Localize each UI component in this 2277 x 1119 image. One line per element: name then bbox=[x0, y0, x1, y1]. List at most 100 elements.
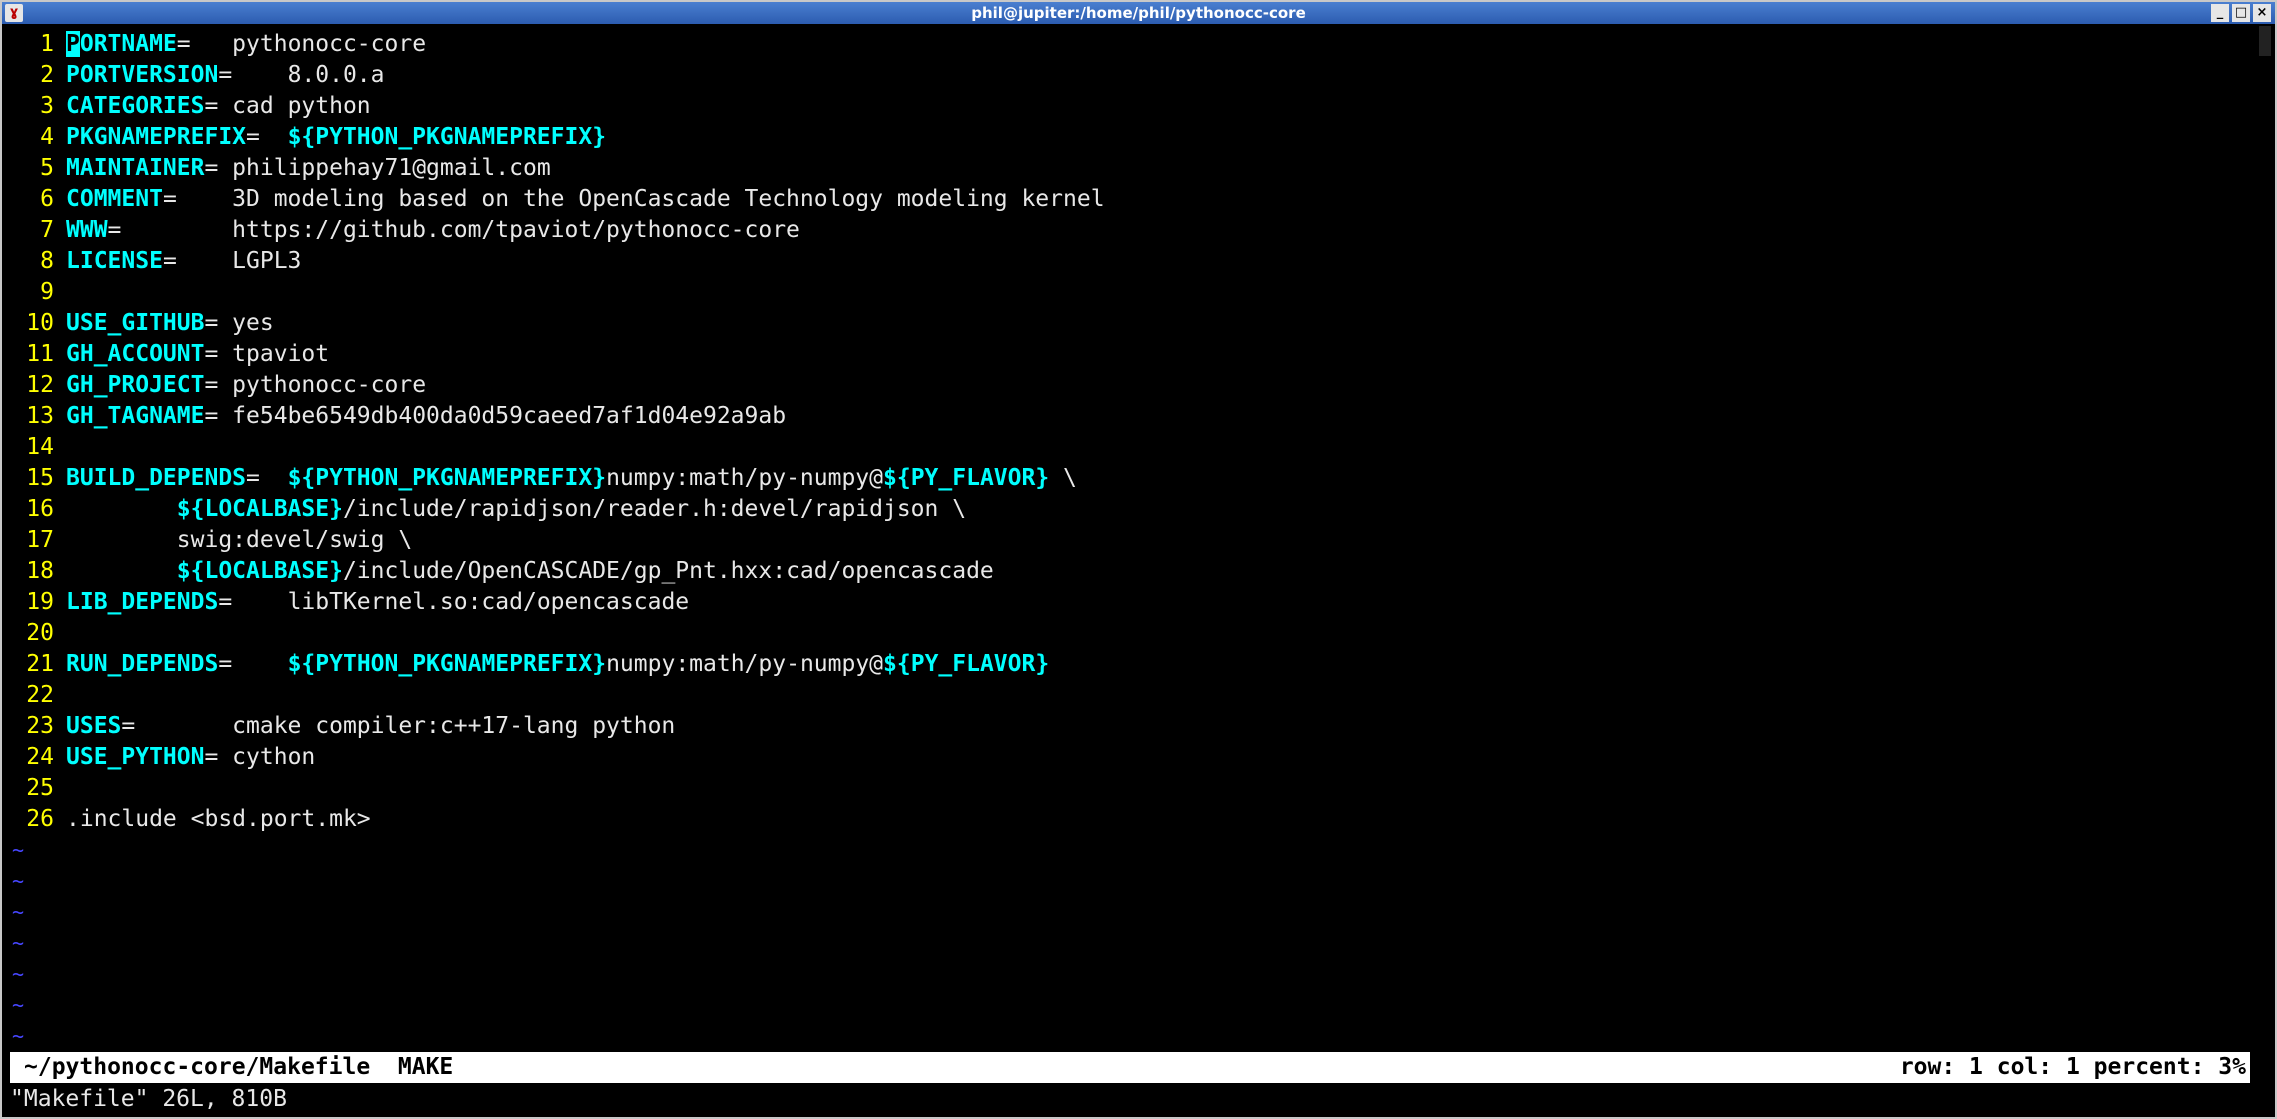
line-number: 14 bbox=[26, 434, 54, 460]
code-text: /include/OpenCASCADE/gp_Pnt.hxx:cad/open… bbox=[342, 558, 994, 584]
line-number: 6 bbox=[40, 186, 54, 212]
variable-name: MAINTAINER bbox=[66, 155, 205, 181]
code-line[interactable]: 15 BUILD_DEPENDS= ${PYTHON_PKGNAMEPREFIX}… bbox=[8, 463, 2252, 494]
line-number: 5 bbox=[40, 155, 54, 181]
code-line[interactable]: 23 USES= cmake compiler:c++17-lang python bbox=[8, 711, 2252, 742]
code-text: = philippehay71@gmail.com bbox=[204, 155, 551, 181]
variable-name: PKGNAMEPREFIX bbox=[66, 124, 247, 150]
variable-ref: ${PY_FLAVOR} bbox=[883, 465, 1050, 491]
code-line[interactable]: 8 LICENSE= LGPL3 bbox=[8, 246, 2252, 277]
line-number: 25 bbox=[26, 775, 54, 801]
line-number: 13 bbox=[26, 403, 54, 429]
code-line[interactable]: 26 .include <bsd.port.mk> bbox=[8, 804, 2252, 835]
editor-buffer[interactable]: 1 PORTNAME= pythonocc-core 2 PORTVERSION= 8… bbox=[8, 29, 2252, 1049]
code-line[interactable]: 4 PKGNAMEPREFIX= ${PYTHON_PKGNAMEPREFIX} bbox=[8, 122, 2252, 153]
scrollbar[interactable] bbox=[2257, 26, 2273, 1051]
empty-line-tilde: ~ bbox=[12, 900, 25, 924]
code-text: = pythonocc-core bbox=[176, 31, 427, 57]
code-text: /include/rapidjson/reader.h:devel/rapidj… bbox=[342, 496, 967, 522]
line-number: 11 bbox=[26, 341, 54, 367]
variable-name: USE_PYTHON bbox=[66, 744, 205, 770]
variable-name: PORTNAME bbox=[66, 31, 177, 57]
code-text: = cmake compiler:c++17-lang python bbox=[121, 713, 676, 739]
variable-ref: ${PYTHON_PKGNAMEPREFIX} bbox=[287, 465, 607, 491]
line-number: 17 bbox=[26, 527, 54, 553]
code-line[interactable]: 25 bbox=[8, 773, 2252, 804]
variable-ref: ${LOCALBASE} bbox=[176, 558, 343, 584]
minimize-icon[interactable]: _ bbox=[2211, 4, 2229, 22]
code-line[interactable]: 20 bbox=[8, 618, 2252, 649]
code-text: swig:devel/swig \ bbox=[66, 527, 413, 553]
code-text: = fe54be6549db400da0d59caeed7af1d04e92a9… bbox=[204, 403, 787, 429]
code-text: \ bbox=[1049, 465, 1077, 491]
line-number: 8 bbox=[40, 248, 54, 274]
code-line[interactable]: 17 swig:devel/swig \ bbox=[8, 525, 2252, 556]
line-number: 20 bbox=[26, 620, 54, 646]
line-number: 24 bbox=[26, 744, 54, 770]
code-text: = bbox=[218, 651, 288, 677]
code-text: = bbox=[246, 465, 288, 491]
maximize-icon[interactable]: □ bbox=[2232, 4, 2250, 22]
command-message: "Makefile" 26L, 810B bbox=[10, 1086, 287, 1112]
code-line[interactable]: 12 GH_PROJECT= pythonocc-core bbox=[8, 370, 2252, 401]
code-line[interactable]: 18 ${LOCALBASE}/include/OpenCASCADE/gp_P… bbox=[8, 556, 2252, 587]
variable-ref: ${PY_FLAVOR} bbox=[883, 651, 1050, 677]
line-number: 23 bbox=[26, 713, 54, 739]
line-number: 15 bbox=[26, 465, 54, 491]
terminal-window: ɣ phil@jupiter:/home/phil/pythonocc-core… bbox=[0, 0, 2277, 1119]
code-line[interactable]: 10 USE_GITHUB= yes bbox=[8, 308, 2252, 339]
code-line[interactable]: 13 GH_TAGNAME= fe54be6549db400da0d59caeed… bbox=[8, 401, 2252, 432]
variable-name: CATEGORIES bbox=[66, 93, 205, 119]
code-text: = pythonocc-core bbox=[204, 372, 427, 398]
code-line[interactable]: 9 bbox=[8, 277, 2252, 308]
window-titlebar[interactable]: ɣ phil@jupiter:/home/phil/pythonocc-core… bbox=[2, 2, 2275, 24]
variable-name: LIB_DEPENDS bbox=[66, 589, 219, 615]
line-number: 12 bbox=[26, 372, 54, 398]
xterm-icon[interactable]: ɣ bbox=[5, 4, 23, 22]
line-number: 16 bbox=[26, 496, 54, 522]
variable-ref: ${LOCALBASE} bbox=[176, 496, 343, 522]
code-line[interactable]: 1 PORTNAME= pythonocc-core bbox=[8, 29, 2252, 60]
code-line[interactable]: 19 LIB_DEPENDS= libTKernel.so:cad/opencas… bbox=[8, 587, 2252, 618]
code-line[interactable]: 14 bbox=[8, 432, 2252, 463]
status-position: row: 1 col: 1 percent: 3% bbox=[1899, 1054, 2246, 1080]
variable-ref: ${PYTHON_PKGNAMEPREFIX} bbox=[287, 651, 607, 677]
code-text: = tpaviot bbox=[204, 341, 330, 367]
code-line[interactable]: 5 MAINTAINER= philippehay71@gmail.com bbox=[8, 153, 2252, 184]
variable-ref: ${PYTHON_PKGNAMEPREFIX} bbox=[287, 124, 607, 150]
code-line[interactable]: 6 COMMENT= 3D modeling based on the OpenC… bbox=[8, 184, 2252, 215]
code-text: = libTKernel.so:cad/opencascade bbox=[218, 589, 690, 615]
code-text: = LGPL3 bbox=[162, 248, 302, 274]
variable-name: PORTVERSION bbox=[66, 62, 219, 88]
code-text: = yes bbox=[204, 310, 274, 336]
variable-name: GH_ACCOUNT bbox=[66, 341, 205, 367]
variable-name: COMMENT bbox=[66, 186, 163, 212]
code-line[interactable]: 16 ${LOCALBASE}/include/rapidjson/reader… bbox=[8, 494, 2252, 525]
empty-line-tilde: ~ bbox=[12, 931, 25, 955]
scrollbar-thumb[interactable] bbox=[2259, 26, 2271, 56]
empty-line-tilde: ~ bbox=[12, 869, 25, 893]
variable-name: GH_PROJECT bbox=[66, 372, 205, 398]
variable-name: WWW bbox=[66, 217, 108, 243]
code-line[interactable]: 21 RUN_DEPENDS= ${PYTHON_PKGNAMEPREFIX}nu… bbox=[8, 649, 2252, 680]
close-icon[interactable]: × bbox=[2253, 4, 2271, 22]
line-number: 26 bbox=[26, 806, 54, 832]
window-title: phil@jupiter:/home/phil/pythonocc-core bbox=[971, 4, 1306, 22]
text-cursor: P bbox=[66, 31, 80, 57]
code-text: .include <bsd.port.mk> bbox=[66, 806, 371, 832]
code-line[interactable]: 22 bbox=[8, 680, 2252, 711]
line-number: 9 bbox=[40, 279, 54, 305]
empty-line-tilde: ~ bbox=[12, 962, 25, 986]
variable-name: USES bbox=[66, 713, 122, 739]
code-line[interactable]: 3 CATEGORIES= cad python bbox=[8, 91, 2252, 122]
empty-line-tilde: ~ bbox=[12, 838, 25, 862]
line-number: 21 bbox=[26, 651, 54, 677]
code-line[interactable]: 11 GH_ACCOUNT= tpaviot bbox=[8, 339, 2252, 370]
code-line[interactable]: 24 USE_PYTHON= cython bbox=[8, 742, 2252, 773]
empty-line-tilde: ~ bbox=[12, 993, 25, 1017]
code-line[interactable]: 7 WWW= https://github.com/tpaviot/pythono… bbox=[8, 215, 2252, 246]
variable-name: GH_TAGNAME bbox=[66, 403, 205, 429]
code-line[interactable]: 2 PORTVERSION= 8.0.0.a bbox=[8, 60, 2252, 91]
code-text: numpy:math/py-numpy@ bbox=[606, 465, 884, 491]
